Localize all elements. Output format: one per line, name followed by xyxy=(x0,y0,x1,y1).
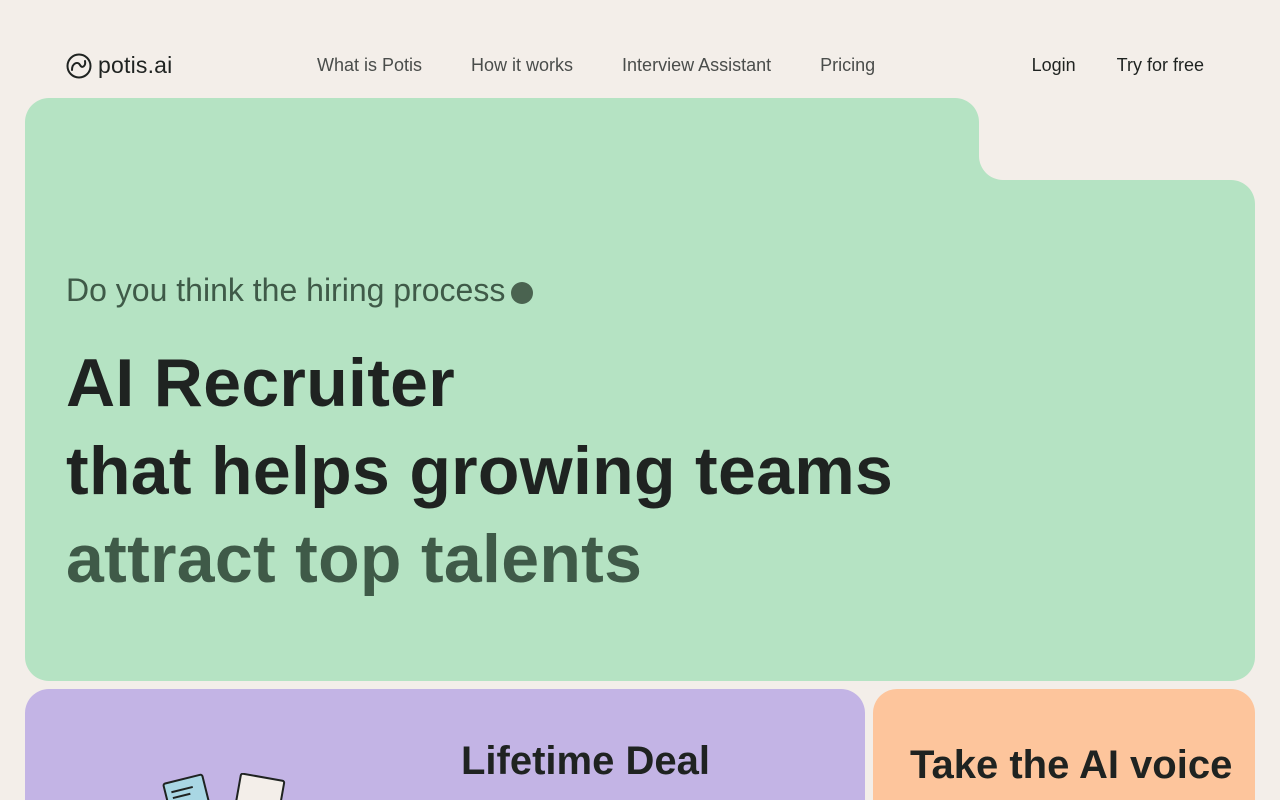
nav-item-interview-assistant[interactable]: Interview Assistant xyxy=(622,55,771,76)
nav-item-pricing[interactable]: Pricing xyxy=(820,55,875,76)
documents-illustration-icon xyxy=(162,773,286,800)
typing-dot-icon xyxy=(511,281,534,304)
nav-item-what-is-potis[interactable]: What is Potis xyxy=(317,55,422,76)
lifetime-deal-card[interactable]: Lifetime Deal xyxy=(25,689,865,800)
lifetime-deal-title: Lifetime Deal xyxy=(461,739,710,783)
header-actions: Login Try for free xyxy=(1032,55,1204,76)
hero-question-text: Do you think the hiring process xyxy=(66,272,506,308)
hero-title-line-3: attract top talents xyxy=(66,521,643,597)
brand-name: potis.ai xyxy=(98,52,173,78)
brand-logo[interactable]: potis.ai xyxy=(66,52,172,79)
hero-content: Do you think the hiring process AI Recru… xyxy=(66,272,893,603)
main-nav: What is Potis How it works Interview Ass… xyxy=(317,55,875,76)
ai-voice-title: Take the AI voice xyxy=(910,743,1233,787)
hero-title-line-2: that helps growing teams xyxy=(66,433,894,509)
hero-title: AI Recruiter that helps growing teams at… xyxy=(66,339,893,603)
login-link[interactable]: Login xyxy=(1032,55,1076,76)
try-for-free-button[interactable]: Try for free xyxy=(1117,55,1204,76)
ai-voice-card[interactable]: Take the AI voice xyxy=(873,689,1255,800)
hero-question: Do you think the hiring process xyxy=(66,272,893,309)
nav-item-how-it-works[interactable]: How it works xyxy=(471,55,573,76)
hero-title-line-1: AI Recruiter xyxy=(66,345,456,421)
potis-swirl-icon xyxy=(66,53,92,78)
